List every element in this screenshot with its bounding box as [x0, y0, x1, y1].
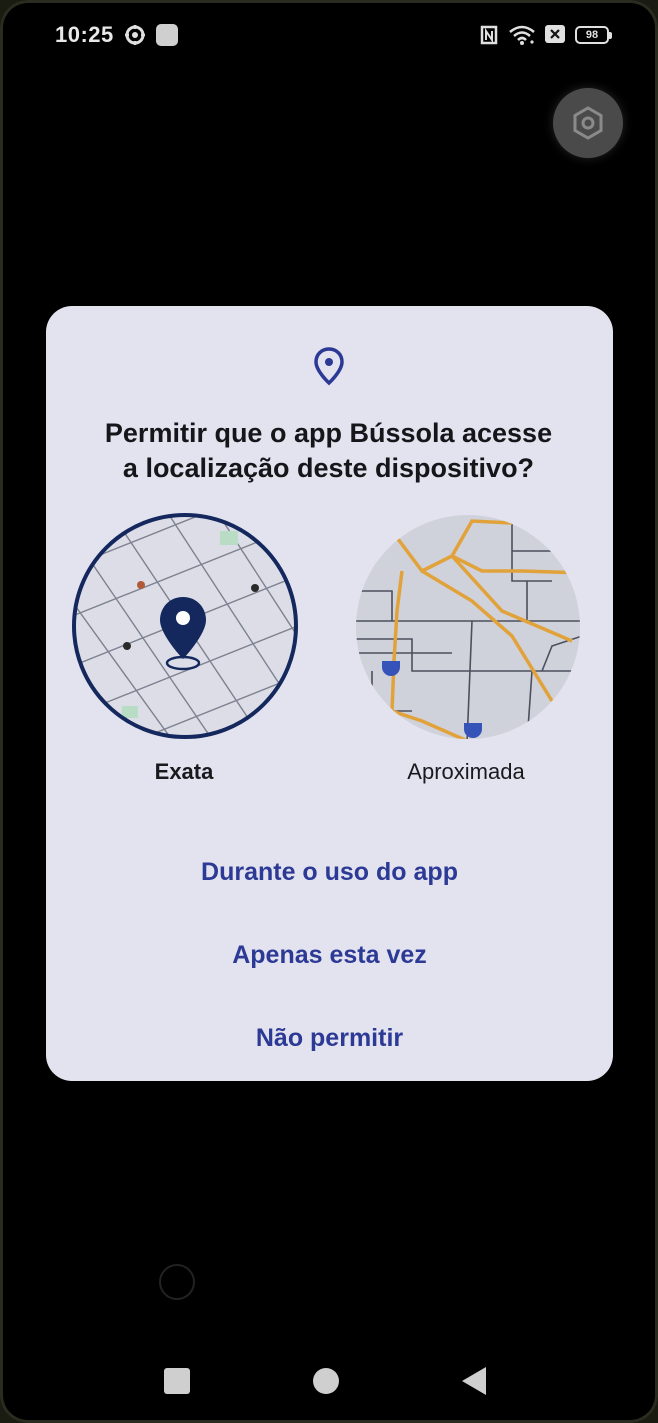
gear-icon	[125, 25, 145, 45]
floating-settings-button[interactable]	[553, 88, 623, 158]
phone-screen: 10:25 98 Permitir que o app Bússola aces…	[0, 0, 658, 1423]
recents-square-icon[interactable]	[164, 1368, 190, 1394]
location-permission-dialog: Permitir que o app Bússola acesse a loca…	[46, 306, 613, 1081]
deny-button[interactable]: Não permitir	[46, 1024, 613, 1053]
battery-level: 98	[585, 29, 599, 41]
navigation-bar	[0, 1350, 658, 1420]
dialog-title: Permitir que o app Bússola acesse a loca…	[66, 416, 591, 486]
allow-only-this-time-button[interactable]: Apenas esta vez	[46, 941, 613, 970]
compass-icon	[159, 1264, 195, 1300]
exact-option-label[interactable]: Exata	[64, 759, 304, 785]
allow-while-using-button[interactable]: Durante o uso do app	[46, 858, 613, 887]
dialog-title-line-1: Permitir que o app Bússola acesse	[104, 418, 553, 448]
status-time: 10:25	[55, 22, 114, 47]
status-bar: 10:25 98	[0, 0, 658, 72]
wifi-icon	[509, 25, 535, 45]
battery-icon: 98	[575, 26, 612, 44]
sim-off-icon	[545, 25, 565, 43]
home-circle-icon[interactable]	[313, 1368, 339, 1394]
nfc-icon	[480, 25, 498, 45]
dialog-title-line-2: a localização deste dispositivo?	[122, 453, 535, 483]
back-triangle-icon[interactable]	[462, 1367, 486, 1395]
approximate-location-option[interactable]	[352, 511, 584, 743]
exact-poi-dot	[123, 642, 131, 650]
exact-poi-dot	[251, 584, 259, 592]
message-icon	[156, 24, 178, 46]
exact-location-option[interactable]	[70, 511, 300, 741]
exact-poi-dot	[137, 581, 145, 589]
location-pin-icon	[314, 347, 344, 386]
approximate-option-label[interactable]: Aproximada	[346, 759, 586, 785]
settings-hexagon-icon	[573, 106, 603, 140]
